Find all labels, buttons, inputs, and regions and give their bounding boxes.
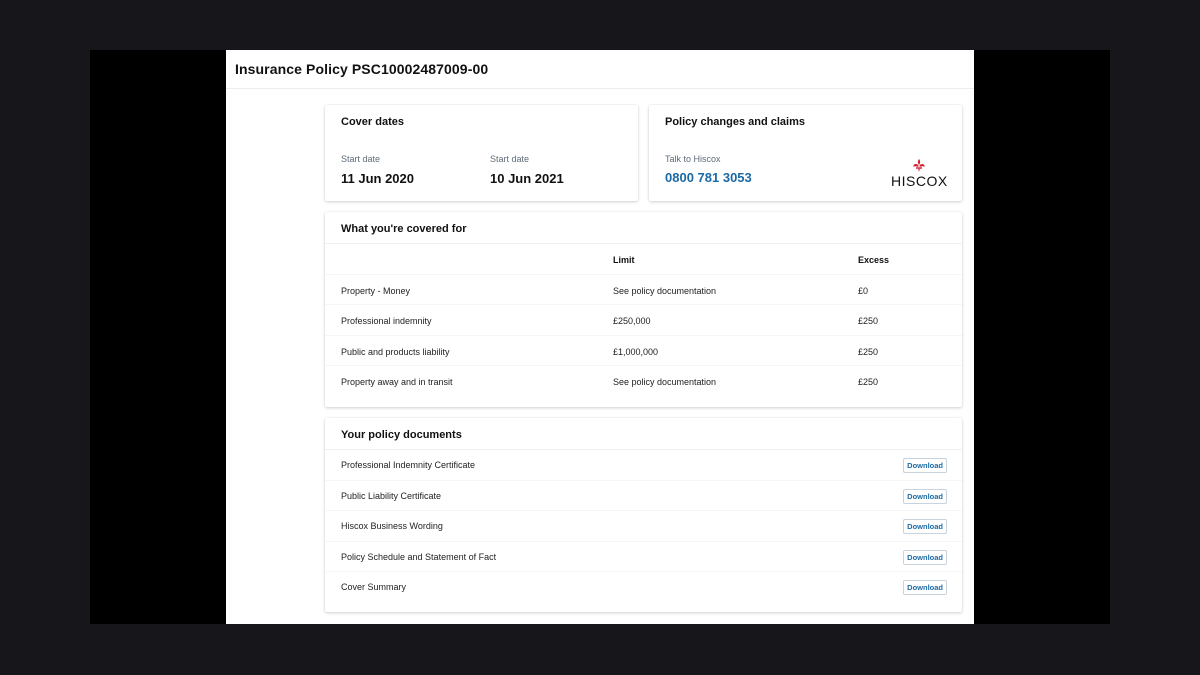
table-row: Public and products liability £1,000,000… xyxy=(325,336,962,367)
end-date-block: Start date 10 Jun 2021 xyxy=(490,154,564,186)
cover-dates-title: Cover dates xyxy=(341,116,404,128)
document-name: Cover Summary xyxy=(341,582,407,593)
hiscox-wordmark: HISCOX xyxy=(891,173,948,189)
document-name: Professional Indemnity Certificate xyxy=(341,460,476,470)
table-row: Property away and in transit See policy … xyxy=(325,366,962,397)
cover-limit: £250,000 xyxy=(613,316,651,327)
cover-dates-card: Cover dates Start date 11 Jun 2020 Start… xyxy=(325,105,638,201)
document-name: Public Liability Certificate xyxy=(341,490,442,501)
cover-limit: See policy documentation xyxy=(613,285,717,296)
download-button[interactable]: Download xyxy=(903,519,947,535)
table-row: Property - Money See policy documentatio… xyxy=(325,275,962,306)
coverage-table: Limit Excess Property - Money See policy… xyxy=(325,244,962,397)
policy-changes-card: Policy changes and claims Talk to Hiscox… xyxy=(649,105,962,201)
download-button[interactable]: Download xyxy=(903,580,947,596)
start-date-block: Start date 11 Jun 2020 xyxy=(341,154,414,186)
cover-limit: See policy documentation xyxy=(613,377,717,388)
download-button[interactable]: Download xyxy=(903,458,947,473)
documents-list: Professional Indemnity Certificate Downl… xyxy=(325,450,962,603)
column-header-excess: Excess xyxy=(858,255,890,265)
cover-excess: £250 xyxy=(858,316,879,327)
cover-type: Property - Money xyxy=(341,285,411,296)
column-header-limit: Limit xyxy=(613,255,635,265)
document-name: Policy Schedule and Statement of Fact xyxy=(341,551,497,562)
cover-excess: £250 xyxy=(858,346,879,357)
cover-excess: £0 xyxy=(858,285,869,296)
cover-type: Property away and in transit xyxy=(341,377,453,388)
cover-type: Public and products liability xyxy=(341,346,450,357)
documents-title: Your policy documents xyxy=(341,429,462,441)
list-item: Cover Summary Download xyxy=(325,572,962,603)
cover-excess: £250 xyxy=(858,377,879,388)
documents-card: Your policy documents Professional Indem… xyxy=(325,418,962,612)
talk-label: Talk to Hiscox xyxy=(665,154,721,164)
documents-header: Your policy documents xyxy=(325,418,962,450)
download-button[interactable]: Download xyxy=(903,549,947,565)
coverage-table-header: Limit Excess xyxy=(325,244,962,275)
end-date-label: Start date xyxy=(490,154,530,164)
phone-link[interactable]: 0800 781 3053 xyxy=(665,170,752,185)
policy-changes-title: Policy changes and claims xyxy=(665,116,806,128)
list-item: Professional Indemnity Certificate Downl… xyxy=(325,450,962,481)
document-name: Hiscox Business Wording xyxy=(341,521,443,532)
hiscox-logo: HISCOX xyxy=(891,159,947,189)
contact-block: Talk to Hiscox 0800 781 3053 xyxy=(665,154,752,185)
download-button[interactable]: Download xyxy=(903,488,947,504)
coverage-title: What you're covered for xyxy=(341,223,467,235)
cover-type: Professional indemnity xyxy=(341,316,432,327)
list-item: Policy Schedule and Statement of Fact Do… xyxy=(325,542,962,573)
start-date-value: 11 Jun 2020 xyxy=(341,171,414,186)
page-header: Insurance Policy PSC10002487009-00 xyxy=(226,50,974,89)
fleur-de-lis-icon xyxy=(913,159,925,172)
coverage-card: What you're covered for Limit Excess Pro… xyxy=(325,212,962,407)
coverage-header: What you're covered for xyxy=(325,212,962,244)
policy-page: Insurance Policy PSC10002487009-00 Cover… xyxy=(226,50,974,624)
cover-limit: £1,000,000 xyxy=(613,346,659,357)
table-row: Professional indemnity £250,000 £250 xyxy=(325,305,962,336)
list-item: Hiscox Business Wording Download xyxy=(325,511,962,542)
end-date-value: 10 Jun 2021 xyxy=(490,171,564,186)
page-title: Insurance Policy PSC10002487009-00 xyxy=(235,61,489,77)
list-item: Public Liability Certificate Download xyxy=(325,481,962,512)
start-date-label: Start date xyxy=(341,154,381,164)
